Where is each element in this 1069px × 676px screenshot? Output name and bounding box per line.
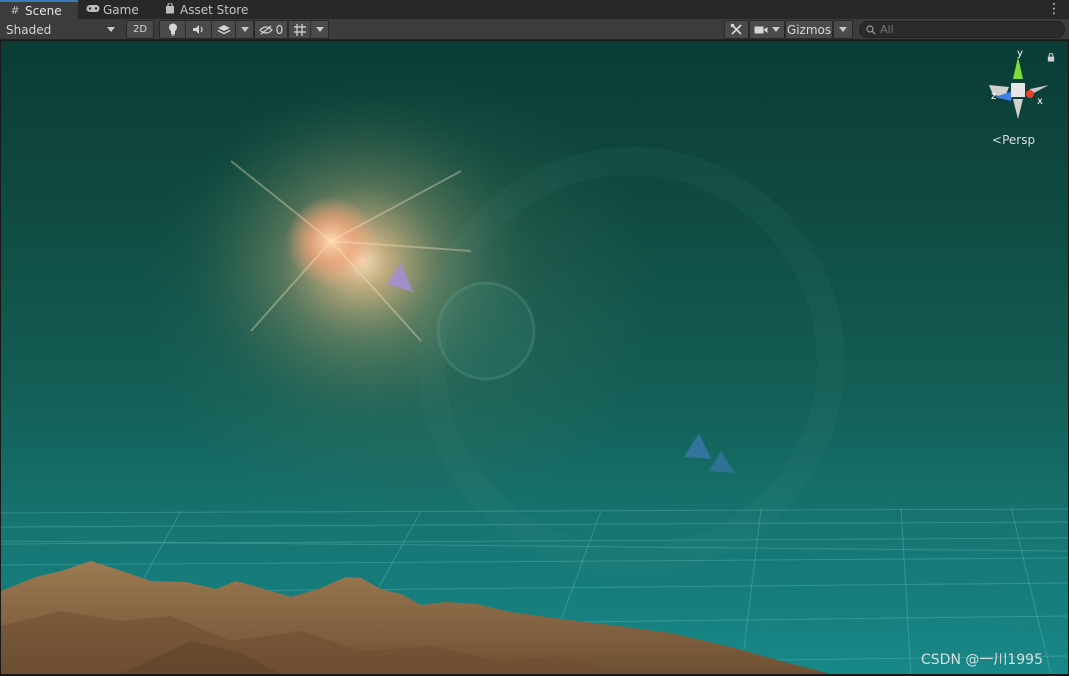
tools-button[interactable] [724, 20, 749, 39]
perspective-icon: < [992, 133, 1003, 147]
scene-render [1, 71, 1068, 674]
effects-dropdown[interactable] [235, 20, 254, 39]
y-axis-cone[interactable] [1013, 57, 1023, 79]
eye-crossed-icon [258, 25, 273, 34]
scene-viewport[interactable]: y x z [1, 41, 1068, 674]
audio-toggle-button[interactable] [185, 20, 212, 39]
window-tab-bar: # Scene Game Asset Store ⋮ [0, 0, 1069, 19]
2d-toggle-label: 2D [132, 24, 148, 35]
tab-scene-label: Scene [25, 3, 62, 18]
tab-asset-store[interactable]: Asset Store [155, 0, 255, 19]
z-axis-label: z [991, 91, 996, 102]
lightbulb-icon [168, 23, 177, 36]
neg-y-axis-cone[interactable] [1013, 99, 1023, 119]
tools-icon [730, 23, 742, 35]
gizmos-label: Gizmos [786, 22, 832, 37]
lock-icon[interactable] [1047, 53, 1055, 62]
chevron-down-icon [839, 27, 847, 32]
speaker-icon [193, 25, 203, 34]
hidden-objects-toggle-button[interactable]: 0 [254, 20, 288, 39]
hierarchy-search-field[interactable] [859, 21, 1065, 38]
lighting-toggle-button[interactable] [159, 20, 186, 39]
chevron-down-icon [315, 27, 324, 32]
gizmos-button[interactable]: Gizmos [785, 20, 833, 39]
hidden-count: 0 [275, 22, 284, 37]
effects-toggle-button[interactable] [211, 20, 236, 39]
shopping-bag-icon [163, 1, 177, 17]
tab-game-label: Game [103, 2, 139, 17]
x-axis-label: x [1037, 96, 1043, 107]
grid-snap-icon [293, 23, 306, 36]
tab-game[interactable]: Game [78, 0, 158, 19]
chevron-down-icon [107, 27, 115, 32]
gizmos-dropdown[interactable] [833, 20, 853, 39]
x-axis-handle[interactable] [1026, 90, 1034, 98]
chevron-down-icon [240, 27, 249, 32]
projection-label: Persp [1002, 133, 1036, 147]
orientation-gizmo[interactable]: y x z [983, 49, 1055, 127]
draw-mode-dropdown[interactable]: Shaded [0, 20, 122, 39]
grid-icon: # [10, 4, 20, 17]
projection-toggle[interactable]: <Persp [992, 133, 1035, 147]
watermark: CSDN @一川1995 [921, 652, 1043, 668]
y-axis-label: y [1017, 49, 1023, 59]
draw-mode-label: Shaded [6, 22, 52, 37]
grid-toggle-button[interactable] [288, 20, 311, 39]
gizmo-center-cube[interactable] [1011, 83, 1025, 97]
gamepad-icon [86, 3, 100, 16]
camera-settings-button[interactable] [749, 20, 785, 39]
search-input[interactable] [880, 23, 1060, 36]
camera-icon [754, 26, 768, 33]
2d-toggle-button[interactable]: 2D [126, 20, 154, 39]
tab-asset-store-label: Asset Store [180, 2, 249, 17]
search-icon [866, 24, 876, 34]
scene-toolbar: Shaded 2D 0 Gizmos [0, 19, 1069, 40]
layers-icon [217, 24, 230, 34]
more-options-icon[interactable]: ⋮ [1047, 1, 1061, 17]
tab-scene[interactable]: # Scene [0, 0, 78, 19]
grid-dropdown[interactable] [310, 20, 329, 39]
chevron-down-icon [772, 27, 780, 32]
